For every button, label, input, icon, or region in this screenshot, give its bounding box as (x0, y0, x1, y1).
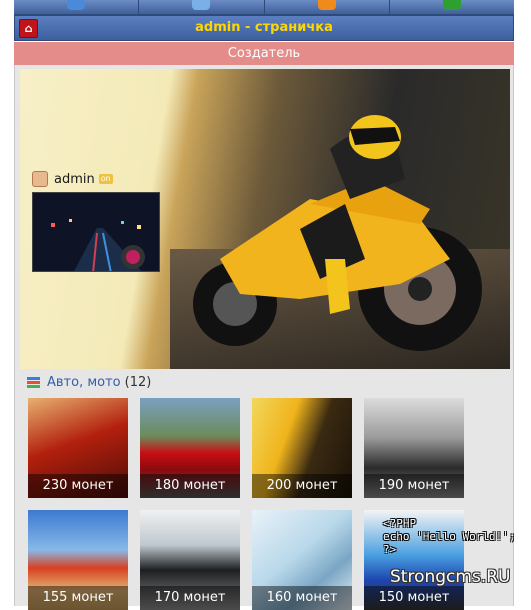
php-line-1: <?PHP (383, 517, 417, 530)
home-icon[interactable]: ⌂ (19, 19, 38, 38)
gallery-price: 155 монет (28, 586, 128, 610)
gallery-price: 160 монет (252, 586, 352, 610)
motorcycle-image (193, 115, 482, 351)
gallery-item[interactable]: 180 монет (140, 398, 240, 498)
gallery-item[interactable]: 160 монет (252, 510, 352, 610)
user-role-bar: Создатель (14, 42, 514, 65)
avatar[interactable] (32, 192, 160, 272)
user-avatar-icon (32, 171, 48, 187)
top-nav (14, 0, 514, 15)
php-line-3: ?> (383, 543, 397, 556)
rss-icon (317, 0, 336, 10)
album-category-link[interactable]: Авто, мото (47, 375, 121, 390)
album-stack-icon (27, 377, 40, 388)
gallery-price: 150 монет (364, 586, 464, 610)
gallery-price: 230 монет (28, 474, 128, 498)
album-category: Авто, мото (12) (27, 375, 151, 390)
online-badge: on (98, 174, 113, 184)
gallery-price: 180 монет (140, 474, 240, 498)
page-title: admin - страничка (195, 20, 333, 35)
gallery-item[interactable]: 190 монет (364, 398, 464, 498)
nav-button-mail[interactable] (139, 0, 265, 14)
php-code-watermark: <?PHP echo 'Hello World!'; ?> (383, 517, 515, 556)
gallery-price: 200 монет (252, 474, 352, 498)
profile-user[interactable]: admin on (32, 171, 113, 187)
gallery-item[interactable]: 170 монет (140, 510, 240, 610)
nav-button-rss[interactable] (264, 0, 390, 14)
gallery-item[interactable]: 155 монет (28, 510, 128, 610)
site-watermark: Strongcms.RU (390, 567, 511, 587)
user-role: Создатель (227, 46, 301, 61)
nav-button-exit[interactable] (389, 0, 514, 14)
php-line-2: echo 'Hello World!'; (383, 530, 516, 543)
page-title-bar: ⌂ admin - страничка (14, 15, 514, 41)
gallery-price: 190 монет (364, 474, 464, 498)
gallery-price: 170 монет (140, 586, 240, 610)
profile-username[interactable]: admin (54, 172, 95, 187)
gallery-item[interactable]: 200 монет (252, 398, 352, 498)
nav-button-profile[interactable] (14, 0, 140, 14)
album-count: (12) (124, 375, 152, 390)
user-icon (67, 0, 86, 10)
mail-icon (192, 0, 211, 10)
gallery-item[interactable]: 230 монет (28, 398, 128, 498)
exit-icon (442, 0, 461, 10)
avatar-night-road-image (33, 193, 159, 271)
